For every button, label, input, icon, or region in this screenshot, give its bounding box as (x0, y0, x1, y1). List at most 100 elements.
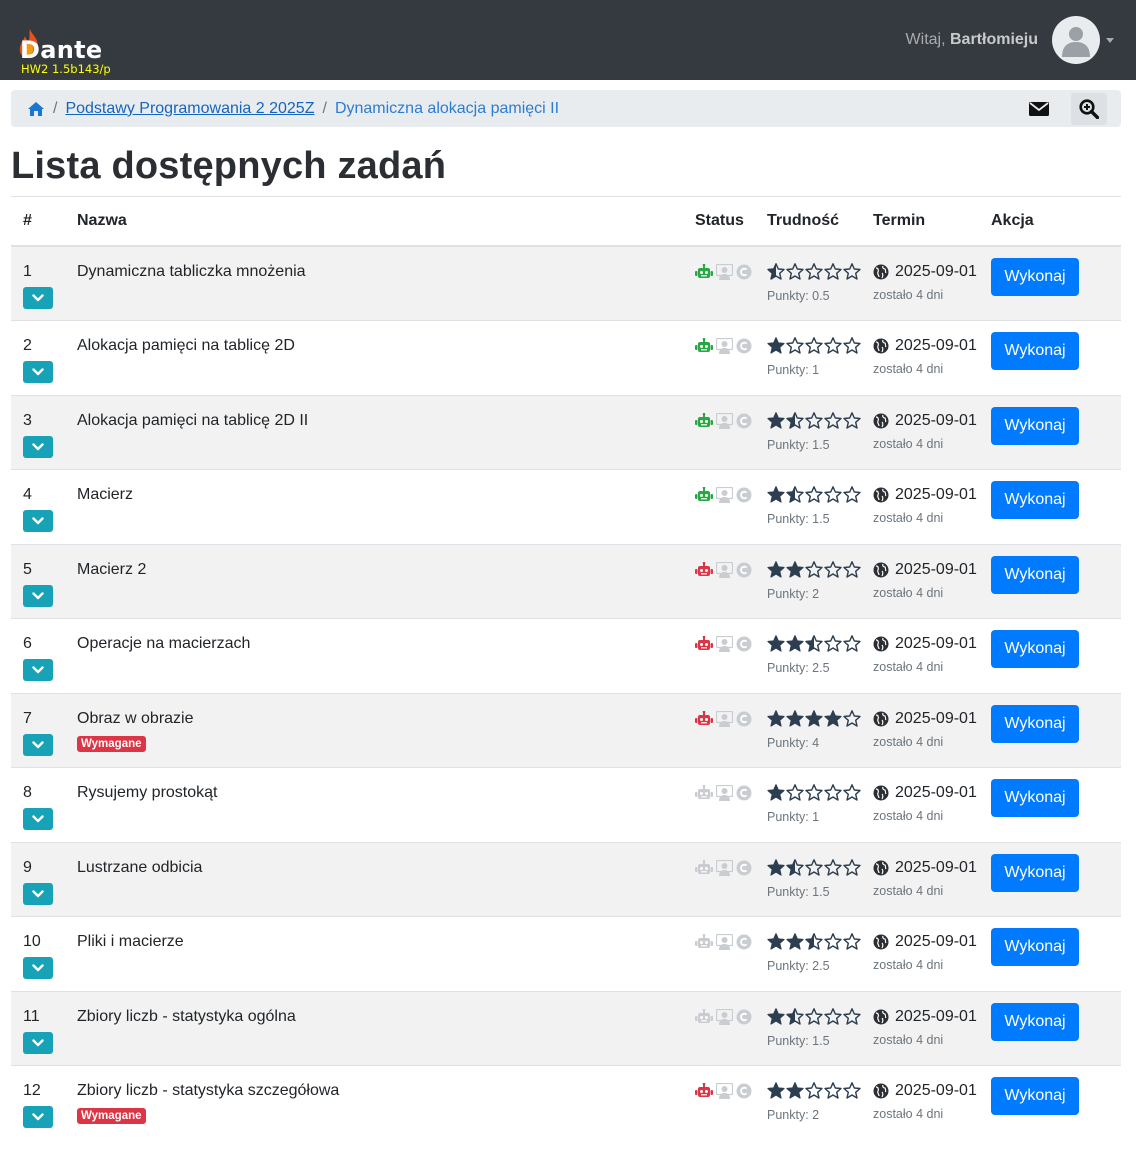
expand-toggle-button[interactable] (23, 957, 53, 979)
star-icon (843, 560, 861, 578)
user-avatar-icon[interactable] (1052, 16, 1100, 64)
expand-toggle-button[interactable] (23, 287, 53, 309)
difficulty-stars (767, 560, 861, 579)
task-status-cell (683, 1065, 755, 1140)
difficulty-stars (767, 1007, 861, 1026)
expand-toggle-button[interactable] (23, 584, 53, 607)
task-number: 3 (23, 411, 32, 429)
copyright-icon (736, 785, 752, 806)
star-icon (767, 933, 785, 950)
task-name-cell: Macierz (65, 469, 683, 544)
execute-button[interactable]: Wykonaj (991, 630, 1079, 668)
expand-toggle-button[interactable] (23, 808, 53, 830)
task-number: 11 (23, 1007, 40, 1025)
task-points: Punkty: 1.5 (767, 512, 830, 526)
task-difficulty-cell: Punkty: 2 (755, 543, 861, 619)
brand-name: Dante (20, 36, 103, 64)
star-icon (786, 560, 804, 578)
time-left: zostało 4 dni (873, 734, 944, 749)
globe-icon (873, 860, 889, 875)
table-row: 4 Macierz Punkty: 1.5 2025-09-01 zostało 4 d… (11, 469, 1121, 544)
execute-button[interactable]: Wykonaj (991, 1002, 1079, 1041)
task-points: Punkty: 2.5 (767, 661, 830, 675)
expand-toggle-button[interactable] (23, 510, 53, 532)
copyright-icon (736, 860, 752, 881)
execute-button[interactable]: Wykonaj (991, 779, 1079, 817)
execute-button[interactable]: Wykonaj (991, 928, 1079, 966)
execute-button[interactable]: Wykonaj (991, 406, 1079, 445)
task-num-cell: 4 (11, 469, 65, 544)
expand-toggle-button[interactable] (23, 361, 53, 383)
task-action-cell: Wykonaj (979, 767, 1121, 842)
chevron-down-icon (32, 1108, 44, 1126)
expand-toggle-button[interactable] (23, 882, 53, 905)
star-icon (805, 337, 823, 354)
zoom-in-icon[interactable] (1071, 92, 1107, 125)
star-icon (767, 858, 785, 876)
task-status-cell (683, 841, 755, 917)
task-name: Macierz (77, 486, 134, 503)
robot-icon (695, 561, 713, 583)
task-difficulty-cell: Punkty: 1.5 (755, 841, 861, 917)
task-num-cell: 6 (11, 618, 65, 693)
task-difficulty-cell: Punkty: 1 (755, 320, 861, 395)
execute-button[interactable]: Wykonaj (991, 332, 1079, 370)
star-icon (786, 858, 804, 876)
user-menu-caret-icon[interactable] (1106, 37, 1114, 43)
home-icon[interactable] (27, 101, 45, 117)
execute-button[interactable]: Wykonaj (991, 1077, 1079, 1115)
task-deadline-cell: 2025-09-01 zostało 4 dni (861, 320, 979, 395)
deadline-date: 2025-09-01 (895, 411, 977, 429)
time-left: zostało 4 dni (873, 1032, 944, 1047)
user-menu[interactable]: Witaj, Bartłomieju (906, 16, 1114, 64)
execute-button[interactable]: Wykonaj (991, 555, 1079, 594)
task-difficulty-cell: Punkty: 4 (755, 692, 861, 768)
expand-toggle-button[interactable] (23, 435, 53, 458)
execute-button[interactable]: Wykonaj (991, 481, 1079, 519)
star-icon (767, 784, 785, 801)
task-difficulty-cell: Punkty: 2.5 (755, 916, 861, 991)
task-deadline-cell: 2025-09-01 zostało 4 dni (861, 469, 979, 544)
task-deadline-cell: 2025-09-01 zostało 4 dni (861, 543, 979, 619)
brand-logo[interactable]: Dante HW2 1.5b143/p (16, 10, 126, 76)
task-name: Rysujemy prostokąt (77, 784, 218, 801)
robot-icon (695, 412, 713, 434)
star-icon (805, 486, 823, 503)
chevron-down-icon (32, 959, 44, 977)
teacher-icon (715, 337, 734, 359)
task-name-cell: Rysujemy prostokąt (65, 767, 683, 842)
deadline-date: 2025-09-01 (895, 263, 977, 280)
expand-toggle-button[interactable] (23, 733, 53, 756)
execute-button[interactable]: Wykonaj (991, 853, 1079, 892)
task-status-cell (683, 394, 755, 470)
envelope-icon[interactable] (1021, 93, 1057, 125)
task-status-cell (683, 916, 755, 991)
task-points: Punkty: 1 (767, 363, 820, 377)
expand-toggle-button[interactable] (23, 659, 53, 681)
breadcrumb-course-link[interactable]: Podstawy Programowania 2 2025Z (65, 100, 314, 118)
star-icon (824, 560, 842, 578)
difficulty-stars (767, 337, 861, 355)
globe-icon (873, 264, 889, 280)
breadcrumb-current: Dynamiczna alokacja pamięci II (334, 99, 560, 117)
task-name-cell: Dynamiczna tabliczka mnożenia (65, 245, 683, 321)
difficulty-stars (767, 1082, 861, 1100)
task-action-cell: Wykonaj (979, 394, 1121, 470)
chevron-down-icon (32, 810, 44, 828)
header-status: Status (683, 197, 755, 247)
task-name-cell: Obraz w obrazie Wymagane (65, 692, 683, 768)
required-badge: Wymagane (77, 1108, 146, 1124)
task-number: 12 (23, 1082, 41, 1099)
star-icon (786, 263, 804, 280)
globe-icon (873, 711, 889, 726)
breadcrumb: / Podstawy Programowania 2 2025Z / Dynam… (11, 90, 1121, 127)
task-points: Punkty: 0.5 (767, 289, 830, 303)
task-num-cell: 11 (11, 990, 65, 1066)
expand-toggle-button[interactable] (23, 1106, 53, 1128)
expand-toggle-button[interactable] (23, 1031, 53, 1054)
task-number: 7 (23, 709, 32, 727)
chevron-down-icon (32, 438, 44, 456)
execute-button[interactable]: Wykonaj (991, 704, 1079, 743)
task-deadline-cell: 2025-09-01 zostało 4 dni (861, 394, 979, 470)
execute-button[interactable]: Wykonaj (991, 258, 1079, 296)
